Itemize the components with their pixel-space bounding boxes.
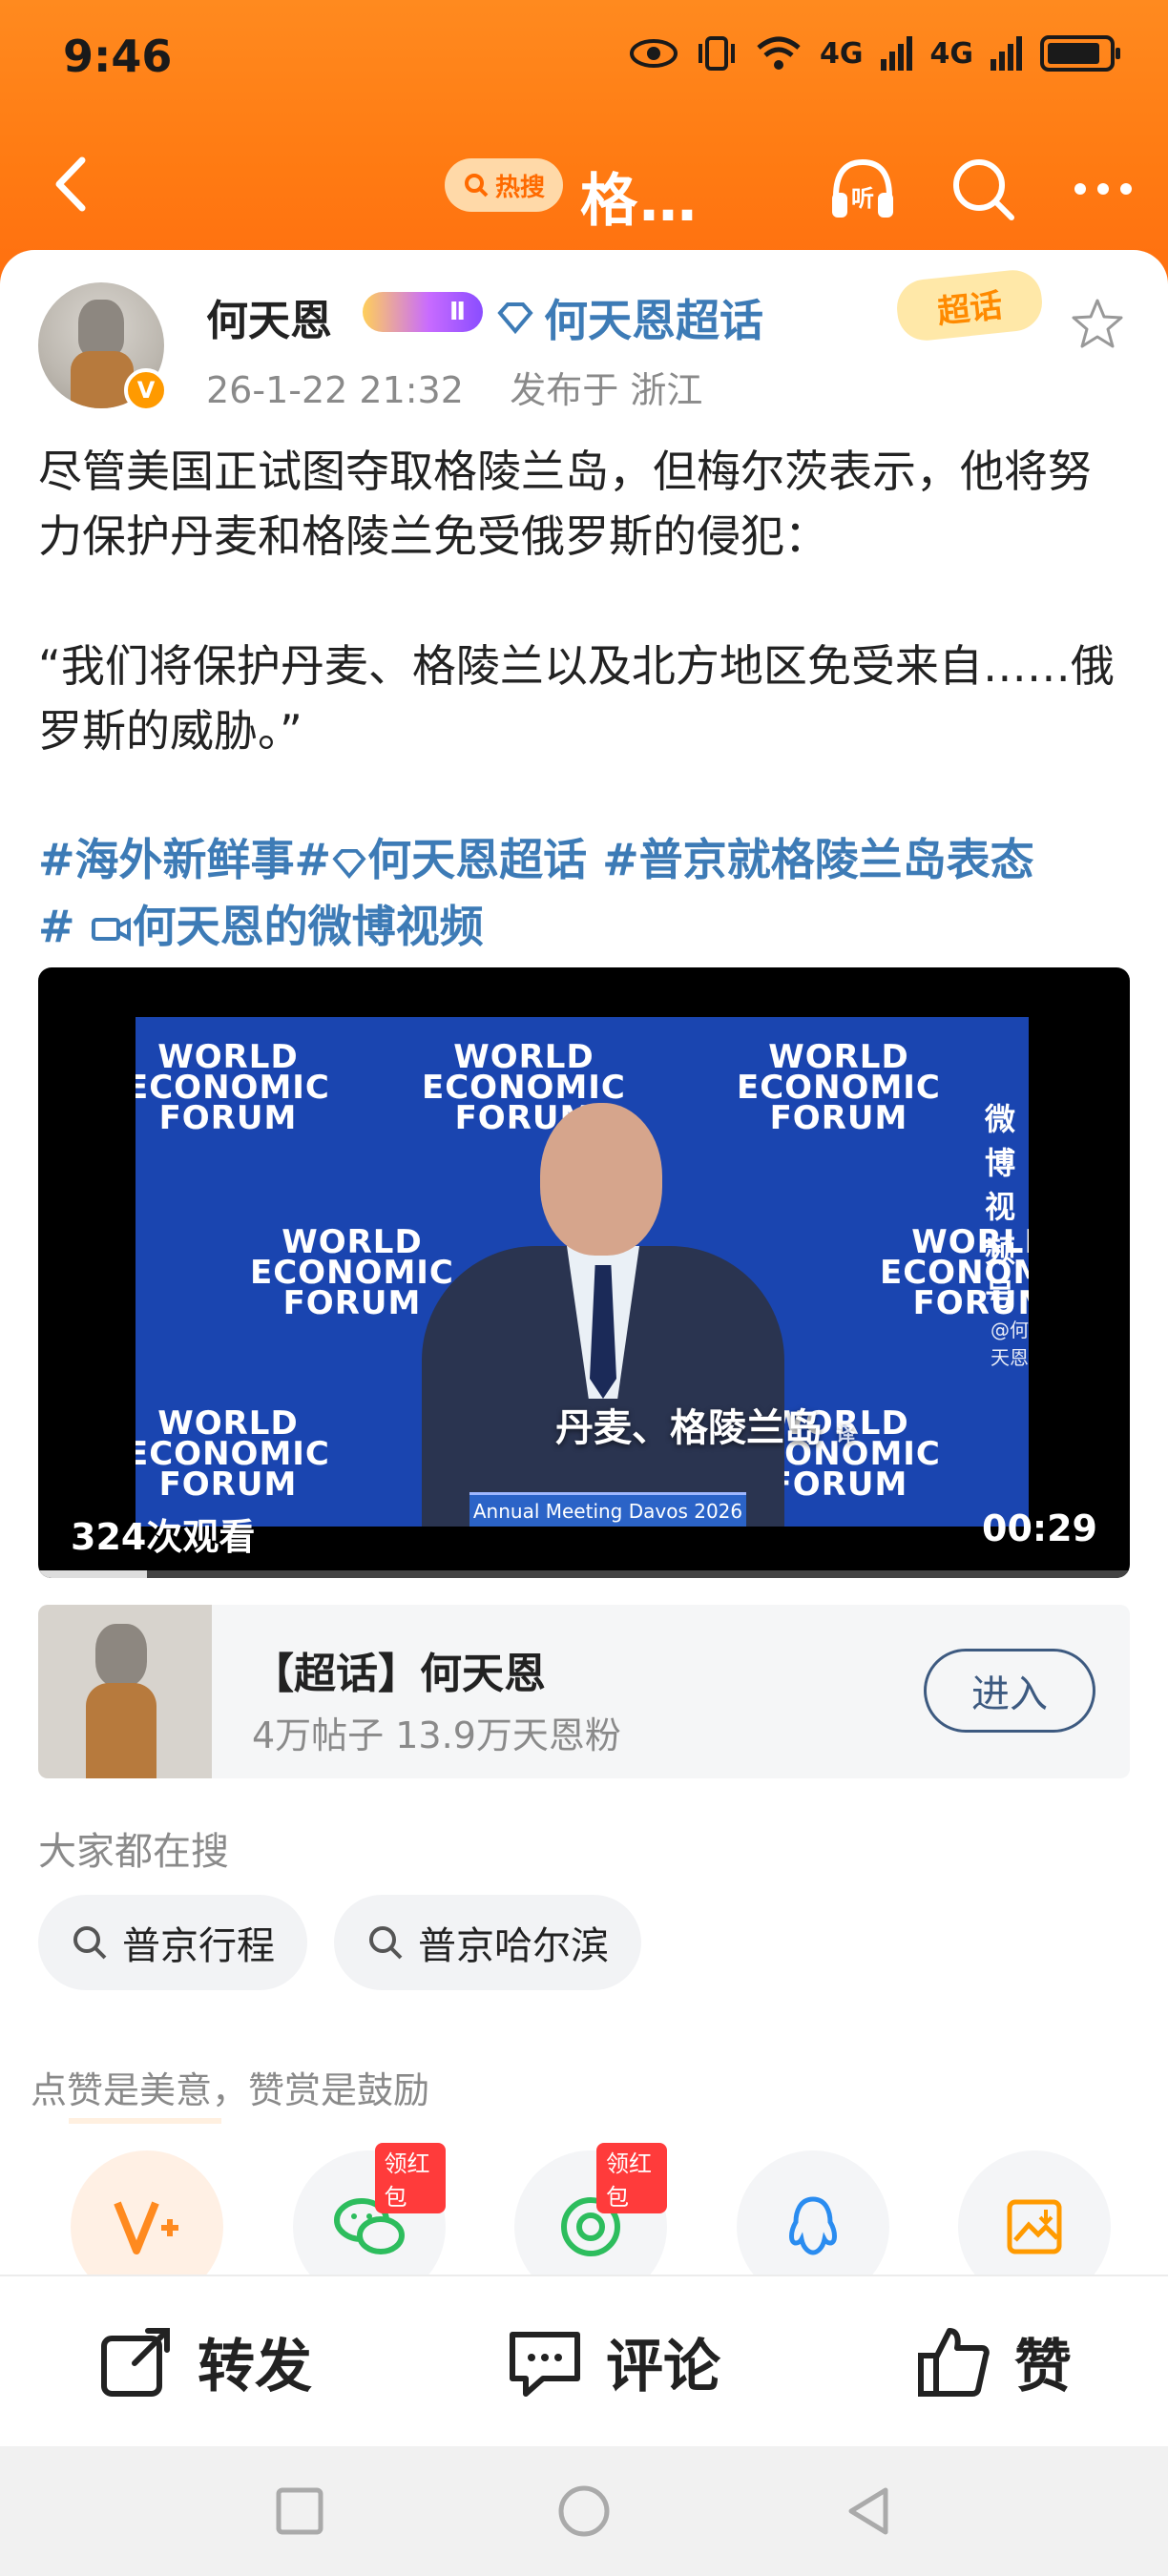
repost-button[interactable]: 转发: [96, 2320, 312, 2403]
wifi-icon: [757, 36, 801, 70]
search-chip[interactable]: 普京行程: [38, 1895, 307, 1990]
trending-search-title: 大家都在搜: [38, 1830, 229, 1874]
action-bar: 转发 评论 赞: [0, 2275, 1168, 2446]
author-name[interactable]: 何天恩: [206, 286, 332, 347]
reward-title: 点赞是美意，赞赏是鼓励: [31, 2069, 430, 2111]
more-button[interactable]: [1067, 153, 1139, 225]
listen-button[interactable]: 听: [826, 153, 899, 225]
back-icon[interactable]: [40, 151, 107, 218]
video-progress[interactable]: [38, 1570, 1130, 1578]
post-topics: #海外新鲜事# 何天恩超话 #普京就格陵兰岛表态 # 何天恩的微博视频: [38, 826, 1136, 960]
repost-icon: [101, 2328, 170, 2397]
avatar-head: [78, 300, 124, 357]
signal-label-2: 4G: [929, 36, 974, 71]
recent-apps-icon[interactable]: [273, 2484, 326, 2538]
avatar-body: [71, 351, 134, 408]
signal-label-1: 4G: [820, 36, 864, 71]
star-icon[interactable]: [1069, 296, 1126, 353]
nav-bar: 热搜 格… 听: [0, 124, 1168, 248]
speaker: [422, 1103, 784, 1527]
v-plus-icon: [114, 2201, 178, 2254]
diamond-icon: [497, 302, 533, 334]
search-chip-label: 普京行程: [122, 1924, 275, 1968]
post-date: 26-1-22 21:32: [206, 369, 464, 411]
search-icon: [73, 1926, 107, 1960]
video-player[interactable]: WORLD ECONOMIC FORUM WORLD ECONOMIC FORUM WO…: [38, 967, 1130, 1578]
reward-underline: [69, 2118, 221, 2124]
super-topic-card[interactable]: 【超话】何天恩 4万帖子 13.9万天恩粉 进入: [38, 1605, 1130, 1778]
thumbs-up-icon: [918, 2328, 990, 2397]
share-row: 领红包 领红包: [71, 2143, 1111, 2303]
super-topic-title: 【超话】何天恩: [252, 1650, 546, 1698]
more-icon: [1074, 183, 1132, 195]
post-meta: 26-1-22 21:32 发布于 浙江: [206, 361, 702, 413]
video-watermark: 微博视频号 @何天恩: [985, 1101, 1029, 1369]
location-prefix: 发布于: [510, 369, 619, 411]
hot-search-label: 热搜: [494, 173, 545, 202]
nav-actions: 听: [826, 153, 1139, 225]
search-chip-label: 普京哈尔滨: [418, 1924, 609, 1968]
trending-search-chips: 普京行程 普京哈尔滨: [38, 1895, 641, 1990]
super-topic-link[interactable]: 何天恩超话: [496, 286, 763, 349]
search-icon: [369, 1926, 403, 1960]
post-quote: “我们将保护丹麦、格陵兰以及北方地区免受来自……俄罗斯的威胁。”: [38, 640, 1115, 757]
video-duration: 00:29: [982, 1507, 1097, 1549]
super-topic-thumbnail: [38, 1605, 212, 1778]
comment-icon: [510, 2332, 580, 2397]
search-button[interactable]: [947, 153, 1019, 225]
video-subtitle: 丹麦、格陵兰岛 译: [555, 1406, 855, 1450]
wef-logo: WORLDECONOMICFORUM: [136, 1038, 330, 1137]
back-nav-icon[interactable]: [842, 2484, 895, 2538]
status-icons: 4G 4G: [629, 34, 1120, 73]
eye-icon: [630, 39, 678, 68]
topic-link[interactable]: #海外新鲜事#: [38, 834, 331, 885]
clock: 9:46: [63, 31, 173, 82]
wef-logo: WORLDECONOMICFORUM: [136, 1404, 330, 1504]
diamond-icon: [332, 848, 366, 880]
like-button[interactable]: 赞: [913, 2320, 1072, 2403]
video-camera-icon: [91, 917, 131, 942]
signal-icon: [991, 36, 1022, 71]
topic-video-link[interactable]: 何天恩的微博视频: [133, 901, 484, 952]
topic-super-link[interactable]: 何天恩超话: [367, 834, 587, 885]
page-title: 格…: [580, 168, 699, 235]
image-download-icon: [1007, 2199, 1062, 2254]
home-icon[interactable]: [555, 2483, 613, 2540]
comment-label: 评论: [606, 2333, 720, 2400]
hot-search-badge[interactable]: 热搜: [445, 158, 563, 212]
super-topic-label: 何天恩超话: [544, 295, 763, 346]
svg-text:听: 听: [851, 185, 874, 212]
comment-button[interactable]: 评论: [505, 2320, 720, 2403]
system-nav-bar: [0, 2446, 1168, 2576]
super-topic-stats: 4万帖子 13.9万天恩粉: [252, 1714, 621, 1756]
video-frame: WORLD ECONOMIC FORUM WORLD ECONOMIC FORUM WO…: [136, 1017, 1029, 1527]
translate-mark: 译: [835, 1423, 855, 1445]
post-body: 尽管美国正试图夺取格陵兰岛，但梅尔茨表示，他将努力保护丹麦和格陵兰免受俄罗斯的侵…: [38, 439, 1130, 763]
repost-label: 转发: [198, 2333, 312, 2400]
search-icon: [953, 159, 1014, 220]
red-packet-badge: 领红包: [374, 2143, 446, 2213]
status-bar: 9:46 4G 4G: [0, 0, 1168, 114]
search-icon: [464, 174, 489, 197]
headphones-icon: 听: [832, 158, 893, 218]
vibrate-icon: [699, 36, 735, 71]
qq-icon: [788, 2196, 837, 2255]
post-paragraph: 尽管美国正试图夺取格陵兰岛，但梅尔茨表示，他将努力保护丹麦和格陵兰免受俄罗斯的侵…: [38, 446, 1092, 562]
topic-hash: #: [38, 901, 75, 952]
enter-button[interactable]: 进入: [924, 1649, 1095, 1733]
battery-icon: [1040, 35, 1120, 72]
view-count: 324次观看: [71, 1516, 256, 1558]
like-label: 赞: [1014, 2333, 1072, 2400]
video-progress-fill: [38, 1570, 148, 1578]
post-location: 浙江: [630, 369, 703, 411]
level-badge: Ⅱ: [363, 292, 483, 332]
podium: Annual Meeting Davos 2026: [469, 1492, 746, 1527]
verified-badge-icon: V: [124, 368, 168, 412]
topic-link[interactable]: #普京就格陵兰岛表态: [587, 834, 1034, 885]
red-packet-badge: 领红包: [596, 2143, 667, 2213]
signal-icon: [880, 36, 912, 71]
search-chip[interactable]: 普京哈尔滨: [334, 1895, 641, 1990]
